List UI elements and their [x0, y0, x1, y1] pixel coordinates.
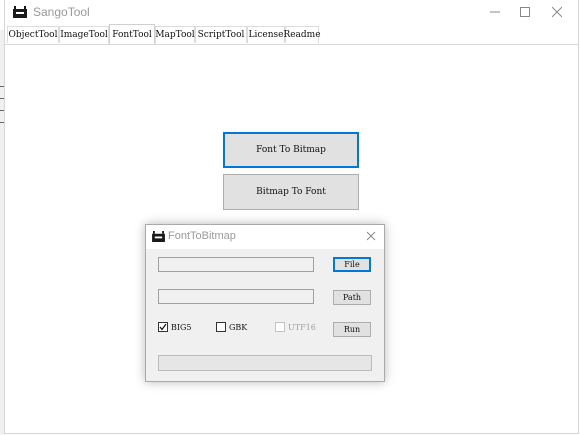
tab-image-tool[interactable]: ImageTool — [59, 26, 109, 43]
utf16-checkbox — [275, 322, 285, 332]
maximize-icon — [520, 7, 530, 17]
tab-map-tool[interactable]: MapTool — [155, 26, 195, 43]
utf16-label: UTF16 — [288, 322, 316, 332]
bitmap-to-font-button[interactable]: Bitmap To Font — [223, 174, 359, 210]
tab-object-tool[interactable]: ObjectTool — [7, 26, 59, 43]
file-path-input[interactable] — [158, 257, 314, 272]
dialog-title-bar[interactable]: FontToBitmap — [146, 225, 384, 249]
tab-license[interactable]: License — [247, 26, 285, 43]
window-title: SangoTool — [33, 5, 90, 19]
gbk-checkbox-row[interactable]: GBK — [216, 322, 247, 332]
path-button[interactable]: Path — [333, 290, 371, 305]
big5-label: BIG5 — [171, 322, 192, 332]
tab-font-tool[interactable]: FontTool — [109, 24, 155, 44]
file-button[interactable]: File — [333, 257, 371, 272]
close-icon — [552, 7, 562, 17]
app-icon — [152, 231, 165, 242]
font-to-bitmap-dialog: FontToBitmap File Path BIG5 GBK UTF16 Ru… — [145, 224, 385, 382]
close-icon[interactable] — [364, 229, 378, 243]
tab-readme[interactable]: Readme — [283, 26, 321, 43]
app-icon — [13, 6, 27, 18]
tab-script-tool[interactable]: ScriptTool — [195, 26, 247, 43]
big5-checkbox-row[interactable]: BIG5 — [158, 322, 192, 332]
output-path-input[interactable] — [158, 289, 314, 304]
gbk-checkbox[interactable] — [216, 322, 226, 332]
utf16-checkbox-row: UTF16 — [275, 322, 316, 332]
dialog-title: FontToBitmap — [168, 230, 236, 242]
title-bar[interactable]: SangoTool — [5, 0, 578, 24]
font-to-bitmap-button[interactable]: Font To Bitmap — [223, 132, 359, 168]
big5-checkbox[interactable] — [158, 322, 168, 332]
gbk-label: GBK — [229, 322, 248, 332]
progress-bar — [158, 355, 372, 371]
tab-strip: ObjectTool ImageTool FontTool MapTool Sc… — [5, 24, 578, 45]
minimize-icon — [490, 11, 500, 13]
close-button[interactable] — [534, 0, 580, 24]
checkmark-icon — [159, 323, 167, 331]
run-button[interactable]: Run — [333, 322, 371, 337]
